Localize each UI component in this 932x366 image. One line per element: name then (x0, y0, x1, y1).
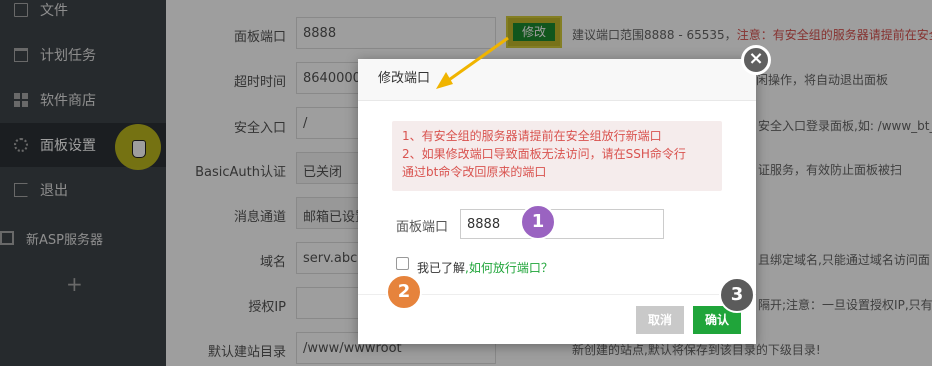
step-marker-2: 2 (386, 274, 422, 310)
step-marker-1: 1 (520, 204, 556, 240)
arrow-icon (436, 36, 509, 89)
step-marker-3: 3 (719, 277, 755, 313)
